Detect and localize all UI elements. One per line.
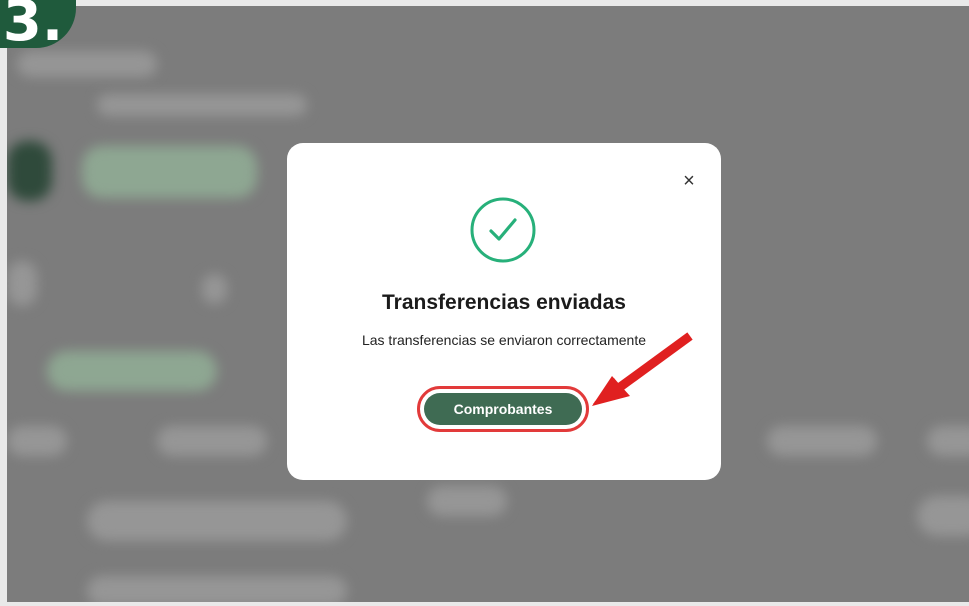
blurred-row	[7, 426, 67, 456]
blurred-row	[157, 426, 267, 456]
blurred-chip	[82, 146, 257, 198]
blurred-row	[917, 496, 969, 536]
blurred-header	[17, 51, 157, 77]
success-dialog: × Transferencias enviadas Las transferen…	[287, 143, 721, 480]
blurred-subheader	[97, 94, 307, 116]
blurred-row	[87, 501, 347, 541]
close-icon[interactable]: ×	[679, 171, 699, 191]
dialog-title: Transferencias enviadas	[382, 291, 626, 314]
comprobantes-button[interactable]: Comprobantes	[424, 393, 582, 425]
blurred-row	[927, 426, 969, 456]
blurred-row	[427, 486, 507, 516]
blurred-row	[87, 576, 347, 602]
highlight-outline: Comprobantes	[417, 386, 589, 432]
blurred-avatar	[7, 141, 52, 201]
blurred-item	[202, 274, 227, 304]
blurred-chip	[47, 351, 217, 391]
check-circle-icon	[470, 197, 536, 263]
red-arrow-annotation	[592, 332, 693, 406]
blurred-item	[7, 261, 37, 306]
blurred-row	[767, 426, 877, 456]
